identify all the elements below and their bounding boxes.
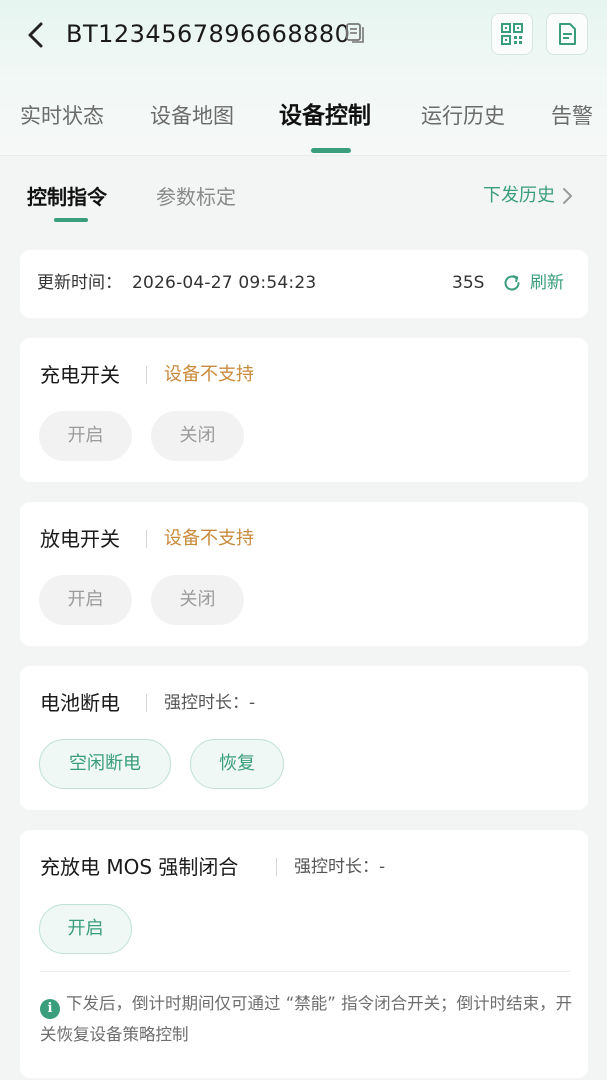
active-tab-indicator (311, 148, 351, 153)
battery-power-off-duration: 强控时长：- (164, 693, 256, 713)
refresh-button[interactable]: 刷新 (502, 269, 564, 297)
tab-device-control[interactable]: 设备控制 (279, 96, 371, 136)
restore-button[interactable]: 恢复 (190, 739, 284, 789)
active-subtab-indicator (54, 218, 88, 222)
discharge-on-button[interactable]: 开启 (39, 575, 132, 625)
mos-force-close-duration: 强控时长：- (294, 857, 386, 877)
tab-run-history[interactable]: 运行历史 (421, 96, 505, 136)
update-card: 更新时间： 2026-04-27 09:54:23 35S 刷新 (20, 250, 588, 318)
refresh-countdown: 35S (452, 273, 485, 293)
issue-history-label: 下发历史 (483, 185, 555, 206)
charge-off-button[interactable]: 关闭 (151, 411, 244, 461)
battery-power-off-title: 电池断电 (40, 691, 120, 715)
charge-switch-status: 设备不支持 (164, 364, 254, 385)
refresh-icon (504, 275, 520, 291)
title-separator (146, 530, 147, 548)
issue-history-link[interactable]: 下发历史 (483, 182, 573, 210)
refresh-label: 刷新 (530, 273, 564, 293)
copy-icon[interactable] (344, 22, 366, 44)
mos-note: i 下发后，倒计时期间仅可通过 “禁能” 指令闭合开关；倒计时结束，开关恢复设备策… (40, 988, 575, 1050)
discharge-switch-title: 放电开关 (40, 527, 120, 551)
charge-switch-title: 充电开关 (40, 363, 120, 387)
qrcode-icon (501, 23, 523, 45)
info-icon: i (40, 999, 60, 1019)
document-icon (559, 23, 576, 45)
main-tabs: 实时状态 设备地图 设备控制 运行历史 告警 (0, 96, 607, 136)
idle-power-off-button[interactable]: 空闲断电 (39, 739, 171, 789)
update-time-value: 2026-04-27 09:54:23 (132, 273, 317, 293)
mos-on-button[interactable]: 开启 (39, 904, 132, 954)
tab-realtime-status[interactable]: 实时状态 (20, 96, 104, 136)
discharge-off-button[interactable]: 关闭 (151, 575, 244, 625)
discharge-switch-status: 设备不支持 (164, 528, 254, 549)
header: BT1234567896668880 实时状态 设备地图 设备控制 运行历史 告… (0, 0, 607, 156)
chevron-right-icon (563, 188, 572, 204)
charge-switch-card: 充电开关 设备不支持 开启 关闭 (20, 338, 588, 482)
title-separator (276, 858, 277, 876)
mos-force-close-card: 充放电 MOS 强制闭合 强控时长：- 开启 i 下发后，倒计时期间仅可通过 “禁… (20, 830, 588, 1078)
update-time-label: 更新时间： (37, 273, 122, 293)
discharge-switch-card: 放电开关 设备不支持 开启 关闭 (20, 502, 588, 646)
device-id-title: BT1234567896668880 (66, 20, 351, 48)
qrcode-button[interactable] (491, 13, 533, 55)
tab-device-map[interactable]: 设备地图 (150, 96, 234, 136)
subtab-parameter-calibration[interactable]: 参数标定 (156, 182, 236, 212)
mos-force-close-title: 充放电 MOS 强制闭合 (40, 855, 239, 879)
mos-note-text: 下发后，倒计时期间仅可通过 “禁能” 指令闭合开关；倒计时结束，开关恢复设备策略… (40, 994, 573, 1044)
tab-alarm[interactable]: 告警 (551, 96, 593, 136)
subtab-control-commands[interactable]: 控制指令 (27, 182, 107, 212)
battery-power-off-card: 电池断电 强控时长：- 空闲断电 恢复 (20, 666, 588, 810)
title-separator (146, 694, 147, 712)
title-separator (146, 366, 147, 384)
document-button[interactable] (546, 13, 588, 55)
card-divider (40, 971, 570, 972)
chevron-left-icon[interactable] (20, 18, 54, 52)
charge-on-button[interactable]: 开启 (39, 411, 132, 461)
